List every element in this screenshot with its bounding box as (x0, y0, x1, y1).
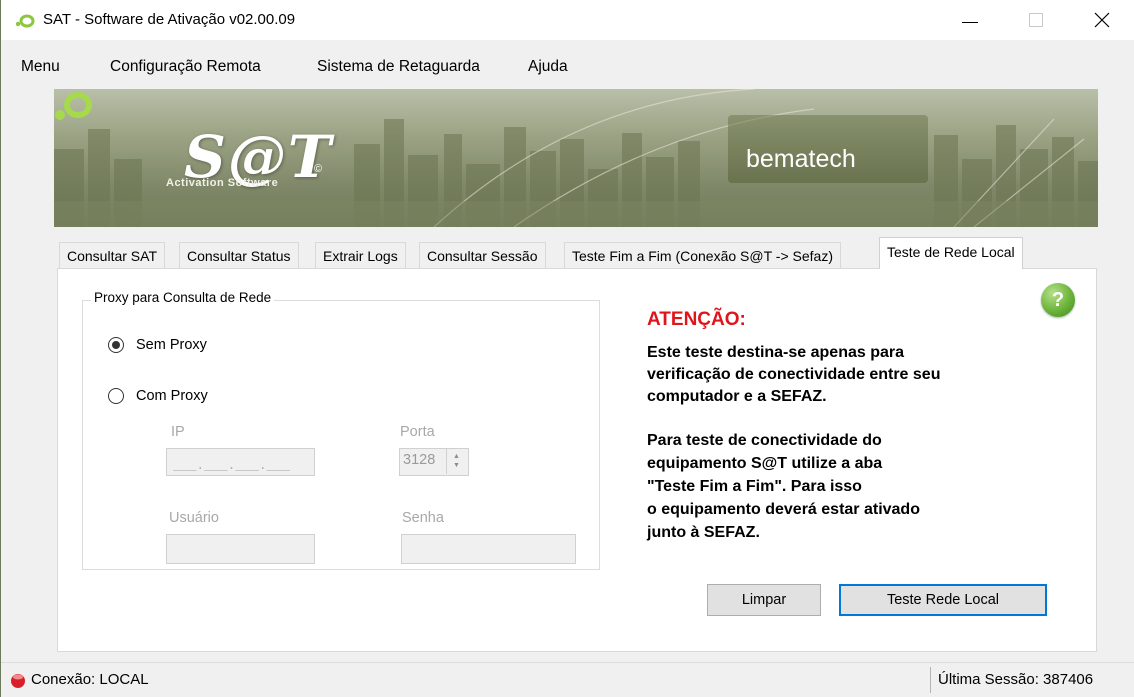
help-icon: ? (1051, 289, 1065, 311)
tab-extrair-logs[interactable]: Extrair Logs (315, 242, 406, 269)
close-button[interactable] (1073, 0, 1131, 40)
maximize-button[interactable] (1007, 0, 1065, 40)
menu-item-ajuda[interactable]: Ajuda (528, 58, 568, 76)
attention-line-9: junto à SEFAZ. (647, 524, 760, 541)
tab-consultar-status[interactable]: Consultar Status (179, 242, 299, 269)
attention-line-8: o equipamento deverá estar ativado (647, 501, 920, 518)
proxy-group-title: Proxy para Consulta de Rede (91, 290, 275, 305)
porta-label: Porta (400, 424, 435, 440)
tab-teste-fim-a-fim[interactable]: Teste Fim a Fim (Conexão S@T -> Sefaz) (564, 242, 841, 269)
tab-consultar-sat[interactable]: Consultar SAT (59, 242, 165, 269)
connection-status-text: Conexão: LOCAL (31, 671, 149, 688)
window-title: SAT - Software de Ativação v02.00.09 (43, 11, 296, 28)
connection-status-icon (11, 674, 25, 688)
maximize-icon (1029, 13, 1043, 27)
teste-rede-local-button[interactable]: Teste Rede Local (839, 584, 1047, 616)
tab-teste-de-rede-local[interactable]: Teste de Rede Local (879, 237, 1023, 269)
sem-proxy-label[interactable]: Sem Proxy (136, 337, 207, 353)
copyright-mark: © (314, 163, 323, 175)
activation-software-subtitle: Activation Software (166, 177, 279, 189)
attention-line-5: Para teste de conectividade do (647, 432, 882, 449)
senha-input[interactable] (401, 534, 576, 564)
close-icon (1094, 12, 1110, 28)
attention-line-6: equipamento S@T utilize a aba (647, 455, 883, 472)
minimize-icon (962, 21, 978, 23)
com-proxy-label[interactable]: Com Proxy (136, 388, 208, 404)
usuario-input[interactable] (166, 534, 315, 564)
menu-bar: Menu Configuração Remota Sistema de Reta… (1, 54, 1134, 82)
status-bar: Conexão: LOCAL Última Sessão: 387406 (1, 662, 1134, 697)
help-button[interactable]: ? (1041, 283, 1075, 317)
title-bar: SAT - Software de Ativação v02.00.09 (1, 0, 1134, 40)
menu-item-sistema-de-retaguarda[interactable]: Sistema de Retaguarda (317, 58, 480, 76)
attention-line-7: "Teste Fim a Fim". Para isso (647, 478, 862, 495)
spin-down-icon[interactable]: ▼ (453, 462, 460, 469)
sem-proxy-radio[interactable] (108, 337, 124, 353)
minimize-button[interactable] (941, 0, 999, 40)
attention-line-2: verificação de conectividade entre seu (647, 366, 941, 383)
menu-item-configuracao-remota[interactable]: Configuração Remota (110, 58, 261, 76)
porta-spin-buttons[interactable]: ▲ ▼ (446, 449, 467, 474)
ip-input-mask: ___.___.___.___ (173, 458, 291, 473)
bematech-logo-icon (55, 92, 92, 120)
ip-label: IP (171, 424, 185, 440)
attention-title: ATENÇÃO: (647, 309, 746, 330)
banner-image: S@T © Activation Software bematech (54, 89, 1098, 227)
status-separator (930, 667, 931, 693)
limpar-button[interactable]: Limpar (707, 584, 821, 616)
menu-item-menu[interactable]: Menu (21, 58, 60, 76)
tab-consultar-sessao[interactable]: Consultar Sessão (419, 242, 546, 269)
senha-label: Senha (402, 510, 444, 526)
attention-line-1: Este teste destina-se apenas para (647, 344, 905, 361)
usuario-label: Usuário (169, 510, 219, 526)
spin-up-icon[interactable]: ▲ (453, 453, 460, 460)
last-session-text: Última Sessão: 387406 (938, 671, 1094, 688)
porta-value: 3128 (403, 452, 436, 468)
app-logo-icon (15, 14, 35, 28)
bematech-brand: bematech (746, 145, 856, 173)
main-window: SAT - Software de Ativação v02.00.09 Men… (0, 0, 1134, 697)
com-proxy-radio[interactable] (108, 388, 124, 404)
attention-line-3: computador e a SEFAZ. (647, 388, 827, 405)
